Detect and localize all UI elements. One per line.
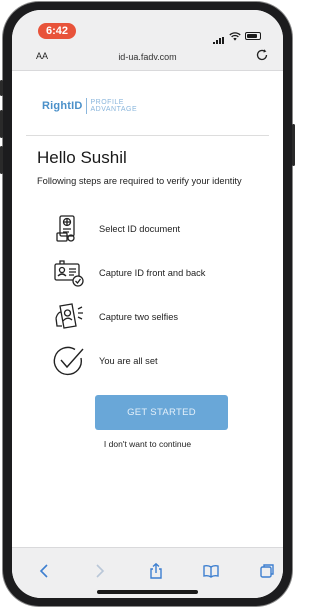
step-label: Select ID document: [99, 224, 181, 234]
decline-link[interactable]: I don't want to continue: [12, 439, 283, 449]
brand-divider: [85, 98, 87, 114]
selfie-phone-icon: [55, 303, 83, 329]
step-all-set: You are all set: [52, 344, 272, 378]
brand-tagline: PROFILE ADVANTAGE: [91, 99, 138, 113]
page-subtitle: Following steps are required to verify y…: [37, 176, 242, 186]
brand-logo: RightID PROFILE ADVANTAGE: [42, 98, 137, 114]
url-text[interactable]: id-ua.fadv.com: [12, 52, 283, 62]
brand-tagline-line2: ADVANTAGE: [90, 106, 138, 113]
id-card-capture-icon: [54, 260, 84, 287]
wifi-icon: [229, 31, 241, 41]
reload-icon[interactable]: [255, 48, 269, 62]
forward-icon[interactable]: [90, 562, 108, 580]
step-capture-selfies: Capture two selfies: [52, 300, 272, 334]
volume-down-button: [0, 146, 3, 174]
volume-up-button: [0, 110, 3, 138]
power-button: [292, 124, 295, 166]
mute-switch: [0, 80, 3, 96]
cellular-signal-icon: [213, 27, 225, 45]
back-icon[interactable]: [36, 562, 54, 580]
screen: 6:42 AA id-ua.fadv.com RightID PROFILE A…: [12, 10, 283, 598]
get-started-button[interactable]: GET STARTED: [95, 395, 228, 430]
step-capture-id: Capture ID front and back: [52, 256, 272, 290]
header-divider: [26, 135, 269, 136]
step-label: Capture ID front and back: [99, 268, 206, 278]
brand-tagline-line1: PROFILE: [90, 99, 124, 106]
phone-frame: 6:42 AA id-ua.fadv.com RightID PROFILE A…: [0, 2, 295, 606]
battery-icon: [245, 32, 261, 40]
status-bar: 6:42: [12, 10, 283, 45]
bookmarks-icon[interactable]: [202, 562, 220, 580]
checkmark-circle-icon: [53, 346, 84, 376]
page-title: Hello Sushil: [37, 148, 127, 167]
step-select-id: Select ID document: [52, 212, 272, 246]
address-bar[interactable]: AA id-ua.fadv.com: [12, 44, 283, 71]
step-label: Capture two selfies: [99, 312, 179, 322]
browser-toolbar: [12, 547, 283, 598]
brand-name: RightID: [42, 100, 83, 112]
status-icons: [213, 27, 261, 45]
step-label: You are all set: [99, 356, 158, 366]
share-icon[interactable]: [147, 562, 165, 580]
home-indicator: [97, 590, 198, 594]
tabs-icon[interactable]: [258, 562, 276, 580]
status-time: 6:42: [38, 23, 76, 39]
id-document-icon: [56, 215, 75, 242]
